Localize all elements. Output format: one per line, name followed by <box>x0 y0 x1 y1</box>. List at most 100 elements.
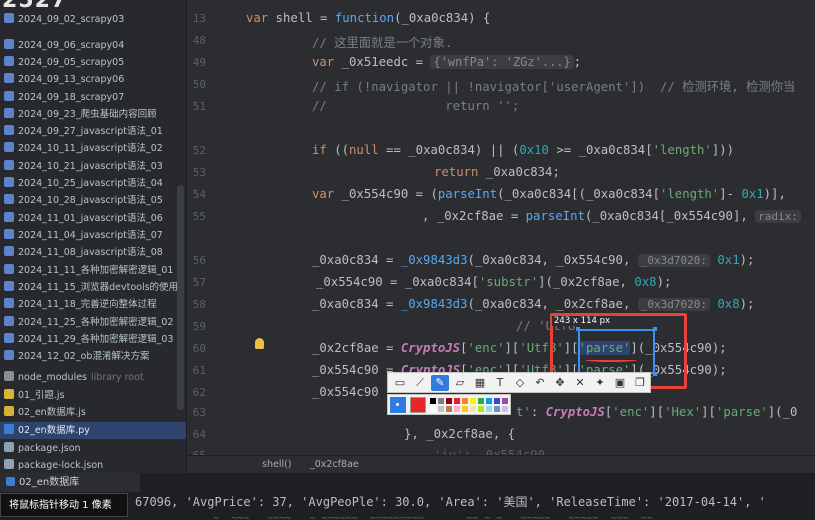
sidebar-item-label: 2024_11_15_浏览器devtools的使用 <box>18 282 179 293</box>
line-number: 62 <box>192 386 206 399</box>
mosaic-tool-icon[interactable]: ▦ <box>471 375 489 391</box>
sidebar-item[interactable]: package-lock.json <box>0 457 186 474</box>
sidebar-item[interactable]: 2024_09_06_scrapy04 <box>0 37 186 54</box>
sidebar-item[interactable]: 2024_09_27_javascript语法_01 <box>0 123 186 140</box>
sidebar-item-label: 2024_09_23_爬虫基础内容回顾 <box>18 109 157 120</box>
resize-handle[interactable] <box>576 327 580 331</box>
color-swatch[interactable] <box>462 406 468 412</box>
sidebar-item[interactable]: 2024_09_18_scrapy07 <box>0 89 186 106</box>
pin-icon[interactable]: ✦ <box>591 375 609 391</box>
sidebar-item[interactable]: 02_en数据库.py <box>0 422 186 439</box>
console-tab[interactable]: 02_en数据库 <box>0 473 140 492</box>
sidebar-item[interactable]: 2024_09_05_scrapy05 <box>0 54 186 71</box>
marker-tool-icon[interactable]: ▱ <box>451 375 469 391</box>
sidebar-item[interactable]: 01_引题.js <box>0 387 186 404</box>
eraser-tool-icon[interactable]: ◇ <box>511 375 529 391</box>
sidebar-item[interactable]: 2024_09_02_scrapy03 <box>0 11 186 28</box>
sidebar-item[interactable]: 2024_11_15_浏览器devtools的使用 <box>0 279 186 296</box>
tooltip: 将鼠标指针移动 1 像素 <box>0 493 128 517</box>
json-file-icon <box>4 459 14 469</box>
sidebar-item[interactable]: node_modules library root <box>0 369 186 386</box>
code-line: return _0xa0c834; <box>434 165 560 179</box>
sidebar-item[interactable]: package.json <box>0 440 186 457</box>
folder-icon <box>4 108 14 118</box>
text-tool-icon[interactable]: T <box>491 375 509 391</box>
code-line: // if (!navigator || !navigator['userAge… <box>312 80 796 94</box>
color-swatch[interactable] <box>446 406 452 412</box>
resize-handle[interactable] <box>653 327 657 331</box>
line-number: 49 <box>192 56 206 69</box>
color-swatch[interactable] <box>486 406 492 412</box>
folder-icon <box>4 298 14 308</box>
color-swatch[interactable] <box>454 406 460 412</box>
rectangle-tool-icon[interactable]: ▭ <box>391 375 409 391</box>
breadcrumb-function[interactable]: shell() <box>262 459 292 470</box>
color-swatch[interactable] <box>502 398 508 404</box>
line-tool-icon[interactable]: ⟋ <box>411 375 429 391</box>
code-line: 'iv': _0x554c90, <box>434 448 553 455</box>
folder-icon <box>4 264 14 274</box>
sidebar-item[interactable]: 2024_11_11_各种加密解密逻辑_01 <box>0 262 186 279</box>
sidebar-item-label: 2024_12_02_ob混淆解决方案 <box>18 351 150 362</box>
color-swatch[interactable] <box>470 398 476 404</box>
color-swatch[interactable] <box>438 398 444 404</box>
breadcrumb-variable[interactable]: _0x2cf8ae <box>310 459 359 470</box>
sidebar-item[interactable]: 2024_11_01_javascript语法_06 <box>0 210 186 227</box>
line-number: 61 <box>192 364 206 377</box>
sidebar-item[interactable]: 2024_11_29_各种加密解密逻辑_03 <box>0 331 186 348</box>
sidebar-item[interactable]: 2024_10_25_javascript语法_04 <box>0 175 186 192</box>
folder-icon <box>4 160 14 170</box>
sidebar-item-label: 2024_09_27_javascript语法_01 <box>18 126 163 137</box>
color-swatch[interactable] <box>494 406 500 412</box>
color-swatch[interactable] <box>462 398 468 404</box>
color-swatch[interactable] <box>470 406 476 412</box>
color-swatch[interactable] <box>446 398 452 404</box>
resize-handle[interactable] <box>653 372 657 376</box>
editor-breadcrumb: shell() _0x2cf8ae <box>188 455 815 473</box>
color-swatch[interactable] <box>502 406 508 412</box>
color-swatch[interactable] <box>494 398 500 404</box>
color-swatch[interactable] <box>430 398 436 404</box>
undo-icon[interactable]: ↶ <box>531 375 549 391</box>
color-swatch[interactable] <box>438 406 444 412</box>
move-icon[interactable]: ✥ <box>551 375 569 391</box>
sidebar-item-label: 2024_10_11_javascript语法_02 <box>18 143 163 154</box>
folder-icon <box>4 39 14 49</box>
color-swatch[interactable] <box>486 398 492 404</box>
line-number: 59 <box>192 320 206 333</box>
line-number: 64 <box>192 428 206 441</box>
pen-size-button[interactable] <box>390 397 406 413</box>
sidebar-item[interactable]: 2024_11_04_javascript语法_07 <box>0 227 186 244</box>
sidebar-item[interactable]: 02_en数据库.js <box>0 404 186 421</box>
screenshot-selection-box[interactable] <box>578 329 655 374</box>
color-swatch[interactable] <box>478 406 484 412</box>
code-line: var shell = function(_0xa0c834) { <box>246 11 491 25</box>
copy-icon[interactable]: ❐ <box>631 375 649 391</box>
sidebar-item-label: node_modules <box>18 372 88 383</box>
save-icon[interactable]: ▣ <box>611 375 629 391</box>
line-number: 63 <box>192 406 206 419</box>
folder-icon <box>4 91 14 101</box>
cancel-icon[interactable]: ✕ <box>571 375 589 391</box>
sidebar-item[interactable]: 2024_11_18_完善逆向整体过程 <box>0 296 186 313</box>
line-number: 50 <box>192 78 206 91</box>
sidebar-item[interactable]: 2024_11_08_javascript语法_08 <box>0 244 186 261</box>
folder-icon <box>4 229 14 239</box>
folder-icon <box>4 350 14 360</box>
sidebar-item-label: 2024_09_05_scrapy05 <box>18 57 125 68</box>
sidebar-item[interactable]: 2024_10_21_javascript语法_03 <box>0 158 186 175</box>
sidebar-item[interactable]: 2024_12_02_ob混淆解决方案 <box>0 348 186 365</box>
sidebar-item[interactable]: 2024_09_13_scrapy06 <box>0 71 186 88</box>
current-color-swatch[interactable] <box>410 397 426 413</box>
color-swatch[interactable] <box>454 398 460 404</box>
color-swatch[interactable] <box>430 406 436 412</box>
color-palette-bar <box>387 394 511 415</box>
pen-tool-icon[interactable]: ✎ <box>431 375 449 391</box>
sidebar-item[interactable]: 2024_11_25_各种加密解密逻辑_02 <box>0 314 186 331</box>
sidebar-item[interactable]: 2024_10_28_javascript语法_05 <box>0 192 186 209</box>
folder-icon <box>4 13 14 23</box>
sidebar-item[interactable]: 2024_09_23_爬虫基础内容回顾 <box>0 106 186 123</box>
code-line: }, _0x2cf8ae, { <box>404 427 516 441</box>
color-swatch[interactable] <box>478 398 484 404</box>
sidebar-item[interactable]: 2024_10_11_javascript语法_02 <box>0 140 186 157</box>
